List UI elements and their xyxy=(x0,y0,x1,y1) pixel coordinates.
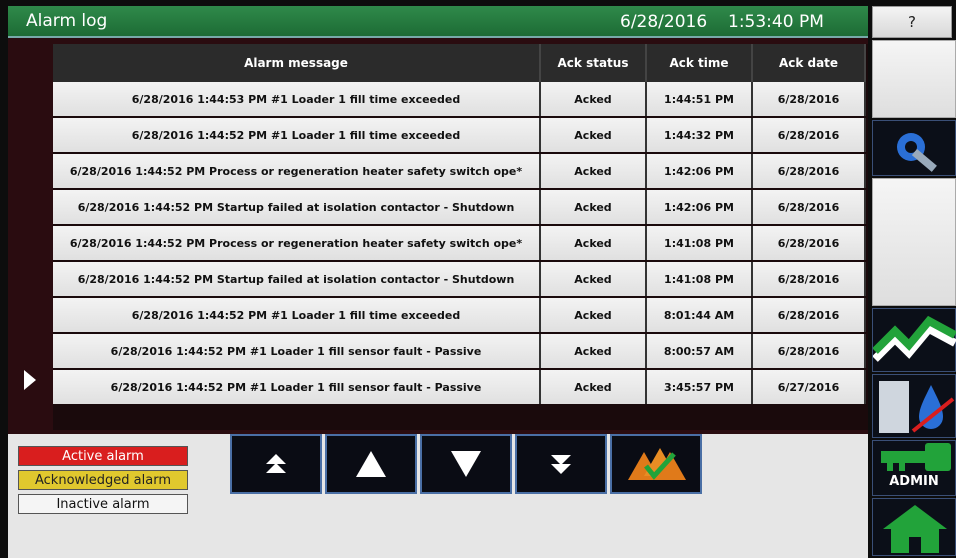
arrow-down-icon xyxy=(451,451,481,477)
cell-date: 6/28/2016 xyxy=(753,334,866,368)
cell-date: 6/28/2016 xyxy=(753,190,866,224)
table-row[interactable]: 6/28/2016 1:44:52 PM #1 Loader 1 fill se… xyxy=(53,370,866,406)
dryer-button[interactable] xyxy=(872,374,956,438)
cell-message: 6/28/2016 1:44:52 PM #1 Loader 1 fill se… xyxy=(53,334,541,368)
current-date: 6/28/2016 xyxy=(620,12,708,32)
cell-status: Acked xyxy=(541,118,647,152)
home-icon xyxy=(883,505,947,553)
cell-date: 6/28/2016 xyxy=(753,262,866,296)
alarm-rows: 6/28/2016 1:44:53 PM #1 Loader 1 fill ti… xyxy=(53,82,866,406)
cell-time: 1:42:06 PM xyxy=(647,190,753,224)
cell-time: 1:44:51 PM xyxy=(647,82,753,116)
cell-message: 6/28/2016 1:44:52 PM Startup failed at i… xyxy=(53,262,541,296)
table-row[interactable]: 6/28/2016 1:44:52 PM Startup failed at i… xyxy=(53,262,866,298)
settings-button[interactable] xyxy=(872,120,956,176)
acknowledge-all-icon xyxy=(628,448,686,480)
cell-message: 6/28/2016 1:44:52 PM Process or regenera… xyxy=(53,154,541,188)
col-alarm-message[interactable]: Alarm message xyxy=(53,44,541,82)
dryer-icon xyxy=(879,381,955,433)
help-label: ? xyxy=(908,13,916,31)
col-ack-time[interactable]: Ack time xyxy=(647,44,753,82)
cell-date: 6/28/2016 xyxy=(753,154,866,188)
cell-time: 1:41:08 PM xyxy=(647,226,753,260)
col-ack-status[interactable]: Ack status xyxy=(541,44,647,82)
cell-date: 6/28/2016 xyxy=(753,118,866,152)
cell-status: Acked xyxy=(541,190,647,224)
table-row[interactable]: 6/28/2016 1:44:52 PM Process or regenera… xyxy=(53,226,866,262)
table-row[interactable]: 6/28/2016 1:44:52 PM #1 Loader 1 fill se… xyxy=(53,334,866,370)
cell-time: 1:41:08 PM xyxy=(647,262,753,296)
cell-time: 3:45:57 PM xyxy=(647,370,753,404)
cell-time: 1:42:06 PM xyxy=(647,154,753,188)
page-up-icon xyxy=(266,454,286,473)
row-pointer-icon xyxy=(24,370,36,390)
cell-time: 8:01:44 AM xyxy=(647,298,753,332)
key-icon xyxy=(881,443,951,471)
cell-message: 6/28/2016 1:44:52 PM Startup failed at i… xyxy=(53,190,541,224)
cell-time: 8:00:57 AM xyxy=(647,334,753,368)
cell-message: 6/28/2016 1:44:52 PM Process or regenera… xyxy=(53,226,541,260)
title-bar: Alarm log 6/28/2016 1:53:40 PM xyxy=(8,6,868,38)
bottom-panel: Active alarm Acknowledged alarm Inactive… xyxy=(8,434,868,558)
page-title: Alarm log xyxy=(26,11,108,31)
cell-status: Acked xyxy=(541,334,647,368)
trend-button[interactable] xyxy=(872,308,956,372)
login-button[interactable]: ADMIN xyxy=(872,440,956,496)
table-row[interactable]: 6/28/2016 1:44:52 PM #1 Loader 1 fill ti… xyxy=(53,118,866,154)
col-ack-date[interactable]: Ack date xyxy=(753,44,866,82)
scroll-down-button[interactable] xyxy=(420,434,512,494)
cell-status: Acked xyxy=(541,298,647,332)
page-down-button[interactable] xyxy=(515,434,607,494)
cell-date: 6/27/2016 xyxy=(753,370,866,404)
table-row[interactable]: 6/28/2016 1:44:52 PM Startup failed at i… xyxy=(53,190,866,226)
cell-status: Acked xyxy=(541,226,647,260)
cell-date: 6/28/2016 xyxy=(753,298,866,332)
help-button[interactable]: ? xyxy=(872,6,952,38)
home-button[interactable] xyxy=(872,498,956,556)
trend-icon xyxy=(872,315,956,362)
cell-message: 6/28/2016 1:44:52 PM #1 Loader 1 fill ti… xyxy=(53,118,541,152)
cell-date: 6/28/2016 xyxy=(753,226,866,260)
arrow-up-icon xyxy=(356,451,386,477)
current-time: 1:53:40 PM xyxy=(728,12,824,32)
table-row[interactable]: 6/28/2016 1:44:52 PM Process or regenera… xyxy=(53,154,866,190)
page-down-icon xyxy=(551,455,571,474)
cell-message: 6/28/2016 1:44:52 PM #1 Loader 1 fill ti… xyxy=(53,298,541,332)
table-header: Alarm message Ack status Ack time Ack da… xyxy=(53,44,866,82)
legend-acknowledged-alarm: Acknowledged alarm xyxy=(18,470,188,490)
cell-status: Acked xyxy=(541,154,647,188)
settings-icon xyxy=(897,133,937,172)
legend-inactive-alarm: Inactive alarm xyxy=(18,494,188,514)
legend-active-alarm: Active alarm xyxy=(18,446,188,466)
page-up-button[interactable] xyxy=(230,434,322,494)
cell-status: Acked xyxy=(541,82,647,116)
sidebar-blank-mid xyxy=(872,178,956,306)
cell-status: Acked xyxy=(541,262,647,296)
cell-message: 6/28/2016 1:44:52 PM #1 Loader 1 fill se… xyxy=(53,370,541,404)
cell-time: 1:44:32 PM xyxy=(647,118,753,152)
acknowledge-all-button[interactable] xyxy=(610,434,702,494)
table-row[interactable]: 6/28/2016 1:44:53 PM #1 Loader 1 fill ti… xyxy=(53,82,866,118)
cell-message: 6/28/2016 1:44:53 PM #1 Loader 1 fill ti… xyxy=(53,82,541,116)
hmi-screen: Alarm log 6/28/2016 1:53:40 PM ? Alarm m… xyxy=(0,0,956,558)
admin-label: ADMIN xyxy=(889,474,939,489)
scroll-up-button[interactable] xyxy=(325,434,417,494)
cell-date: 6/28/2016 xyxy=(753,82,866,116)
table-row[interactable]: 6/28/2016 1:44:52 PM #1 Loader 1 fill ti… xyxy=(53,298,866,334)
cell-status: Acked xyxy=(541,370,647,404)
sidebar-blank-top xyxy=(872,40,956,118)
